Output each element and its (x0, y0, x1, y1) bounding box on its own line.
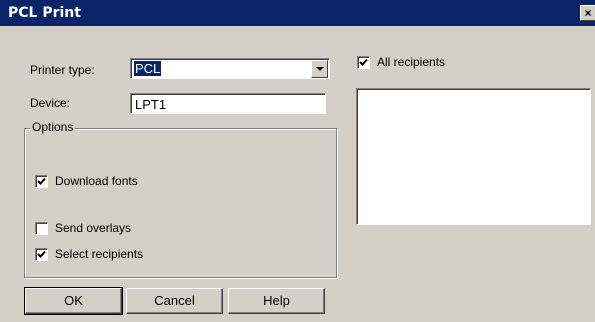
recipients-listbox[interactable] (356, 88, 591, 225)
all-recipients-checkbox[interactable] (357, 56, 370, 69)
ok-button[interactable]: OK (24, 287, 123, 315)
close-icon: × (584, 6, 592, 20)
close-button[interactable]: × (580, 5, 595, 21)
device-label: Device: (30, 96, 71, 110)
check-icon (37, 177, 46, 185)
device-field[interactable]: LPT1 (130, 93, 326, 114)
help-button[interactable]: Help (228, 288, 325, 314)
all-recipients-label[interactable]: All recipients (377, 55, 445, 69)
printer-type-label: Printer type: (30, 63, 95, 77)
printer-type-select[interactable]: PCL (130, 58, 330, 79)
send-overlays-checkbox[interactable] (35, 222, 48, 235)
select-recipients-checkbox[interactable] (35, 248, 48, 261)
printer-type-value: PCL (134, 61, 162, 76)
options-legend: Options (30, 120, 76, 134)
check-icon (359, 58, 368, 66)
download-fonts-checkbox[interactable] (35, 175, 48, 188)
title-bar[interactable]: PCL Print × (0, 0, 595, 26)
download-fonts-label[interactable]: Download fonts (55, 174, 138, 188)
pcl-print-dialog: PCL Print × Printer type: PCL Device: LP… (0, 0, 595, 322)
printer-type-dropdown-button[interactable] (311, 60, 328, 78)
cancel-button[interactable]: Cancel (126, 288, 223, 314)
check-icon (37, 250, 46, 258)
select-recipients-label[interactable]: Select recipients (55, 247, 143, 261)
window-title: PCL Print (8, 5, 81, 21)
send-overlays-label[interactable]: Send overlays (55, 221, 131, 235)
device-value: LPT1 (135, 97, 167, 112)
chevron-down-icon (316, 67, 324, 71)
